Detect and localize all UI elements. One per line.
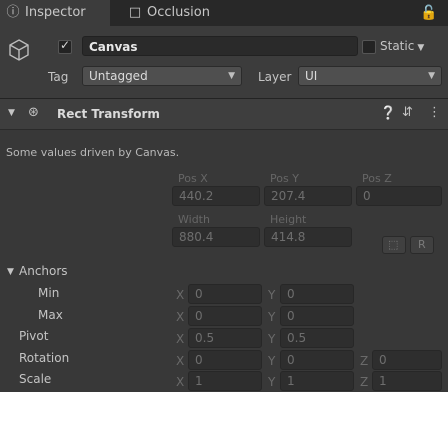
chevron-down-icon: ▼ [428, 71, 435, 81]
anchor-max-y-field: 0 [280, 306, 354, 326]
axis-x-label: X [176, 332, 185, 346]
foldout-arrow-icon[interactable]: ▼ [8, 108, 15, 118]
presets-icon[interactable]: ⇵ [402, 105, 413, 120]
tag-value: Untagged [89, 69, 148, 83]
scale-y-field: 1 [280, 371, 354, 391]
pos-x-field: 440.2 [172, 186, 260, 206]
axis-y-label: Y [268, 375, 276, 389]
blueprint-icon: ⬚ [388, 238, 399, 251]
pivot-label: Pivot [19, 329, 49, 343]
layer-label: Layer [258, 70, 292, 84]
active-checkbox[interactable] [58, 38, 72, 54]
pivot-x-field: 0.5 [188, 328, 262, 348]
rotation-y-field: 0 [280, 350, 354, 370]
anchors-label[interactable]: Anchors [19, 264, 68, 278]
info-icon: ⓘ [6, 5, 20, 20]
axis-z-label: Z [360, 375, 369, 389]
tab-occlusion-label: Occlusion [147, 5, 210, 20]
gameobject-name-field[interactable]: Canvas [82, 36, 358, 56]
anchor-max-x-field: 0 [188, 306, 262, 326]
pos-z-field[interactable]: 0 [356, 186, 442, 206]
layer-dropdown[interactable]: UI ▼ [298, 66, 442, 86]
scale-z-field: 1 [372, 371, 442, 391]
tab-inspector[interactable]: ⓘ Inspector [0, 0, 110, 26]
anchor-min-x-field: 0 [188, 284, 262, 304]
raw-edit-button[interactable]: R [410, 236, 434, 254]
occlusion-icon: □ [128, 5, 142, 20]
static-checkbox[interactable] [362, 40, 376, 54]
component-title: Rect Transform [57, 107, 160, 121]
anchors-foldout-icon[interactable]: ▼ [7, 267, 14, 277]
scale-x-field: 1 [188, 371, 262, 391]
height-field: 414.8 [264, 227, 352, 247]
anchor-max-label: Max [38, 308, 63, 322]
tab-bar: ⓘ Inspector □ Occlusion 🔓 [0, 0, 448, 26]
inspector-panel: ⓘInspector □Occlusion 🔓 Canvas Static▼ T… [0, 0, 448, 392]
height-label: Height [270, 213, 307, 226]
chevron-down-icon: ▼ [228, 71, 235, 81]
driven-values-note: Some values driven by Canvas. [6, 146, 180, 159]
help-icon[interactable]: ❔ [380, 106, 396, 121]
chevron-down-icon: ▼ [417, 43, 425, 53]
axis-y-label: Y [268, 310, 276, 324]
axis-x-label: X [176, 310, 185, 324]
pos-y-field: 207.4 [264, 186, 352, 206]
blueprint-mode-button[interactable]: ⬚ [382, 236, 406, 254]
axis-x-label: X [176, 288, 185, 302]
rotation-z-field: 0 [372, 350, 442, 370]
axis-y-label: Y [268, 332, 276, 346]
lock-icon[interactable]: 🔓 [420, 4, 438, 22]
rect-transform-header[interactable]: ▼ ⊛ Rect Transform ❔ ⇵ ⋮ [0, 99, 448, 130]
tag-dropdown[interactable]: Untagged ▼ [82, 66, 242, 86]
gameobject-cube-icon [9, 39, 29, 61]
layer-value: UI [305, 69, 318, 83]
pos-x-label: Pos X [178, 172, 208, 185]
scale-label: Scale [19, 372, 52, 386]
pivot-y-field: 0.5 [280, 328, 354, 348]
static-label: Static [380, 39, 415, 53]
tag-label: Tag [48, 70, 69, 84]
tab-occlusion[interactable]: □ Occlusion [128, 0, 210, 26]
rotation-label: Rotation [19, 351, 70, 365]
width-label: Width [178, 213, 210, 226]
anchor-min-y-field: 0 [280, 284, 354, 304]
static-dropdown[interactable]: Static ▼ [380, 36, 424, 56]
anchor-min-label: Min [38, 286, 60, 300]
tab-inspector-label: Inspector [25, 5, 86, 20]
more-options-icon[interactable]: ⋮ [428, 105, 441, 120]
axis-z-label: Z [360, 354, 369, 368]
rotation-x-field: 0 [188, 350, 262, 370]
axis-x-label: X [176, 354, 185, 368]
axis-y-label: Y [268, 288, 276, 302]
raw-edit-label: R [418, 238, 426, 251]
gameobject-header: Canvas Static▼ Tag Untagged ▼ Layer UI ▼ [0, 26, 448, 99]
pos-y-label: Pos Y [270, 172, 299, 185]
pos-z-label: Pos Z [362, 172, 392, 185]
rect-transform-icon: ⊛ [28, 105, 39, 120]
axis-y-label: Y [268, 354, 276, 368]
width-field: 880.4 [172, 227, 260, 247]
axis-x-label: X [176, 375, 185, 389]
